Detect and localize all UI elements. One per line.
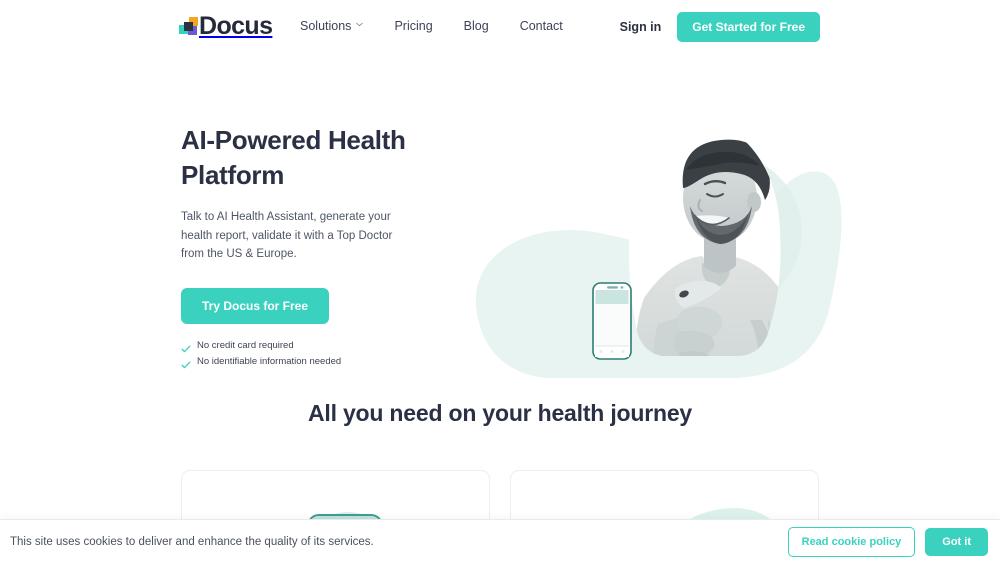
section-title: All you need on your health journey [307,400,693,426]
landing-page: Docus Solutions Pricing Blog Contact Sig… [0,0,1000,563]
nav-item-solutions[interactable]: Solutions [300,19,364,33]
hero-title: AI-Powered Health Platform [181,125,406,190]
cookie-actions: Read cookie policy Got it [787,526,988,557]
site-header: Docus Solutions Pricing Blog Contact Sig… [0,0,1000,52]
try-docus-button[interactable]: Try Docus for Free [181,288,330,325]
hero-illustration [462,110,842,400]
read-cookie-policy-button[interactable]: Read cookie policy [787,526,916,557]
check-label: No identifiable information needed [197,356,342,368]
check-label: No credit card required [197,340,294,352]
sign-in-link[interactable]: Sign in [620,20,662,34]
logo[interactable]: Docus [179,11,273,40]
get-started-button[interactable]: Get Started for Free [677,12,820,42]
logo-mark-icon [179,16,198,36]
hero-subtitle: Talk to AI Health Assistant, generate yo… [181,211,393,261]
nav-item-contact[interactable]: Contact [520,19,563,33]
check-icon [181,341,191,352]
main-nav: Solutions Pricing Blog Contact [300,19,563,33]
nav-label-solutions: Solutions [300,19,352,33]
hero-copy: AI-Powered Health Platform Talk to AI He… [181,123,441,368]
nav-label-blog: Blog [463,19,489,33]
check-item: No identifiable information needed [181,356,441,368]
cookie-message: This site uses cookies to deliver and en… [10,535,374,548]
nav-label-pricing: Pricing [394,19,433,33]
phone-mockup [592,282,632,360]
nav-label-contact: Contact [519,19,563,33]
cookie-banner: This site uses cookies to deliver and en… [0,519,1000,563]
hero-section: AI-Powered Health Platform Talk to AI He… [0,52,1000,382]
chevron-down-icon [356,21,364,28]
header-actions: Sign in Get Started for Free [620,12,820,42]
got-it-button[interactable]: Got it [925,527,988,556]
nav-item-blog[interactable]: Blog [464,19,489,33]
check-icon [181,357,191,368]
logo-text: Docus [199,11,273,40]
check-item: No credit card required [181,340,441,352]
nav-item-pricing[interactable]: Pricing [394,19,432,33]
hero-check-list: No credit card required No identifiable … [181,340,441,368]
